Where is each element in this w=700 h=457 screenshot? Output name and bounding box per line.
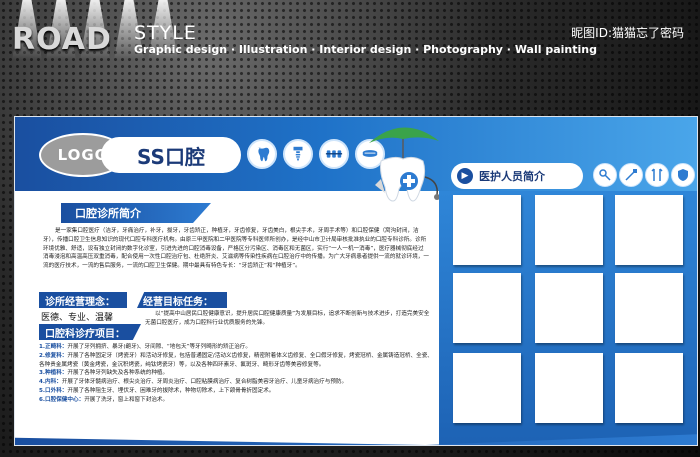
staff-heading: 医护人员简介 bbox=[479, 170, 545, 183]
clinic-title: SS口腔 bbox=[101, 137, 241, 173]
brand-road: ROAD bbox=[12, 22, 112, 57]
brand-subline: Graphic design · Illustration · Interior… bbox=[134, 43, 597, 56]
project-text: 开展了各种阻生牙、埋伏牙、困难牙的拔除术，种物切除术，上下颌骨骨折固定术。 bbox=[67, 387, 275, 394]
dental-tools-icon bbox=[645, 163, 669, 187]
projects-list: 1.正畸科：开展了牙列拥挤、暴牙(龅牙)、牙间隙、“地包天”等牙列畸形的矫正治疗… bbox=[39, 343, 437, 405]
brand-style: STYLE bbox=[134, 22, 197, 44]
tooth-icon bbox=[247, 139, 277, 169]
list-item: 4.内科：开展了牙体牙髓病治疗、根尖炎治疗、牙周炎治疗、口腔粘膜病治疗、复合树脂… bbox=[39, 378, 437, 387]
clinic-board: LOGO SS口腔 口腔诊所简介 是一家集口腔医疗（洁牙，牙痛治疗，补牙，拔牙，… bbox=[14, 116, 698, 446]
project-text: 开展了各种固定牙（烤瓷牙）和活动牙修复，包括普通固定/活动义齿修复，精密附着体义… bbox=[39, 352, 433, 368]
project-label: 1.正畸科： bbox=[39, 344, 68, 350]
staff-photo-placeholder bbox=[535, 195, 603, 265]
staff-photo-placeholder bbox=[615, 195, 683, 265]
chevron-right-icon: ▶ bbox=[457, 168, 473, 184]
list-item: 1.正畸科：开展了牙列拥挤、暴牙(龅牙)、牙间隙、“地包天”等牙列畸形的矫正治疗… bbox=[39, 343, 437, 352]
staff-photo-placeholder bbox=[615, 353, 683, 423]
intro-text: 是一家集口腔医疗（洁牙，牙痛治疗，补牙，拔牙，牙齿矫正，种植牙，牙齿修复，牙齿美… bbox=[43, 228, 429, 270]
project-text: 开展了各种牙列缺失及各种系统的种植。 bbox=[67, 370, 169, 377]
tooth-mascot-with-umbrella-icon bbox=[369, 127, 440, 202]
goal-text: 以“提高中山居民口腔健康意识，提升居民口腔健康质量”为发展目标，追求不断创新与技… bbox=[145, 311, 430, 326]
staff-photo-placeholder bbox=[615, 273, 683, 343]
staff-photo-placeholder bbox=[453, 353, 521, 423]
project-label: 2.修复科： bbox=[39, 352, 68, 359]
project-label: 4.内科： bbox=[39, 379, 62, 386]
author-nickname: 昵图ID:猫猫忘了密码 bbox=[571, 26, 684, 40]
project-label: 3.种植科： bbox=[39, 370, 68, 377]
toothbrush-icon bbox=[619, 163, 643, 187]
projects-heading: 口腔科诊疗项目： bbox=[39, 324, 141, 340]
braces-icon bbox=[319, 139, 349, 169]
concept-heading: 诊所经营理念： bbox=[39, 292, 127, 308]
staff-photo-placeholder bbox=[535, 273, 603, 343]
tooth-shield-icon bbox=[671, 163, 695, 187]
list-item: 5.口外科：开展了各种阻生牙、埋伏牙、困难牙的拔除术，种物切除术，上下颌骨骨折固… bbox=[39, 387, 437, 396]
poster-canvas: ROAD STYLE Graphic design · Illustration… bbox=[0, 0, 700, 457]
project-label: 5.口外科： bbox=[39, 387, 68, 394]
staff-photo-placeholder bbox=[453, 195, 521, 265]
mouth-mirror-icon bbox=[593, 163, 617, 187]
staff-heading-pill: ▶ 医护人员简介 bbox=[451, 163, 583, 189]
list-item: 2.修复科：开展了各种固定牙（烤瓷牙）和活动牙修复，包括普通固定/活动义齿修复，… bbox=[39, 352, 437, 370]
list-item: 3.种植科：开展了各种牙列缺失及各种系统的种植。 bbox=[39, 369, 437, 378]
goal-heading: 经营目标任务： bbox=[137, 292, 227, 308]
staff-photo-placeholder bbox=[535, 353, 603, 423]
project-text: 开展了牙列拥挤、暴牙(龅牙)、牙间隙、“地包天”等牙列畸形的矫正治疗。 bbox=[67, 344, 251, 350]
staff-photo-area bbox=[439, 191, 697, 445]
intro-heading: 口腔诊所简介 bbox=[61, 203, 211, 223]
implant-icon bbox=[283, 139, 313, 169]
staff-photo-placeholder bbox=[453, 273, 521, 343]
project-label: 6.口腔保健中心： bbox=[39, 396, 85, 403]
concept-text: 医德、专业、温馨 bbox=[41, 313, 114, 323]
project-text: 开展了洗牙，窗上和窗下封治术。 bbox=[84, 396, 169, 403]
list-item: 6.口腔保健中心：开展了洗牙，窗上和窗下封治术。 bbox=[39, 396, 437, 405]
project-text: 开展了牙体牙髓病治疗、根尖炎治疗、牙周炎治疗、口腔粘膜病治疗、复合树脂美容牙治疗… bbox=[61, 379, 348, 386]
